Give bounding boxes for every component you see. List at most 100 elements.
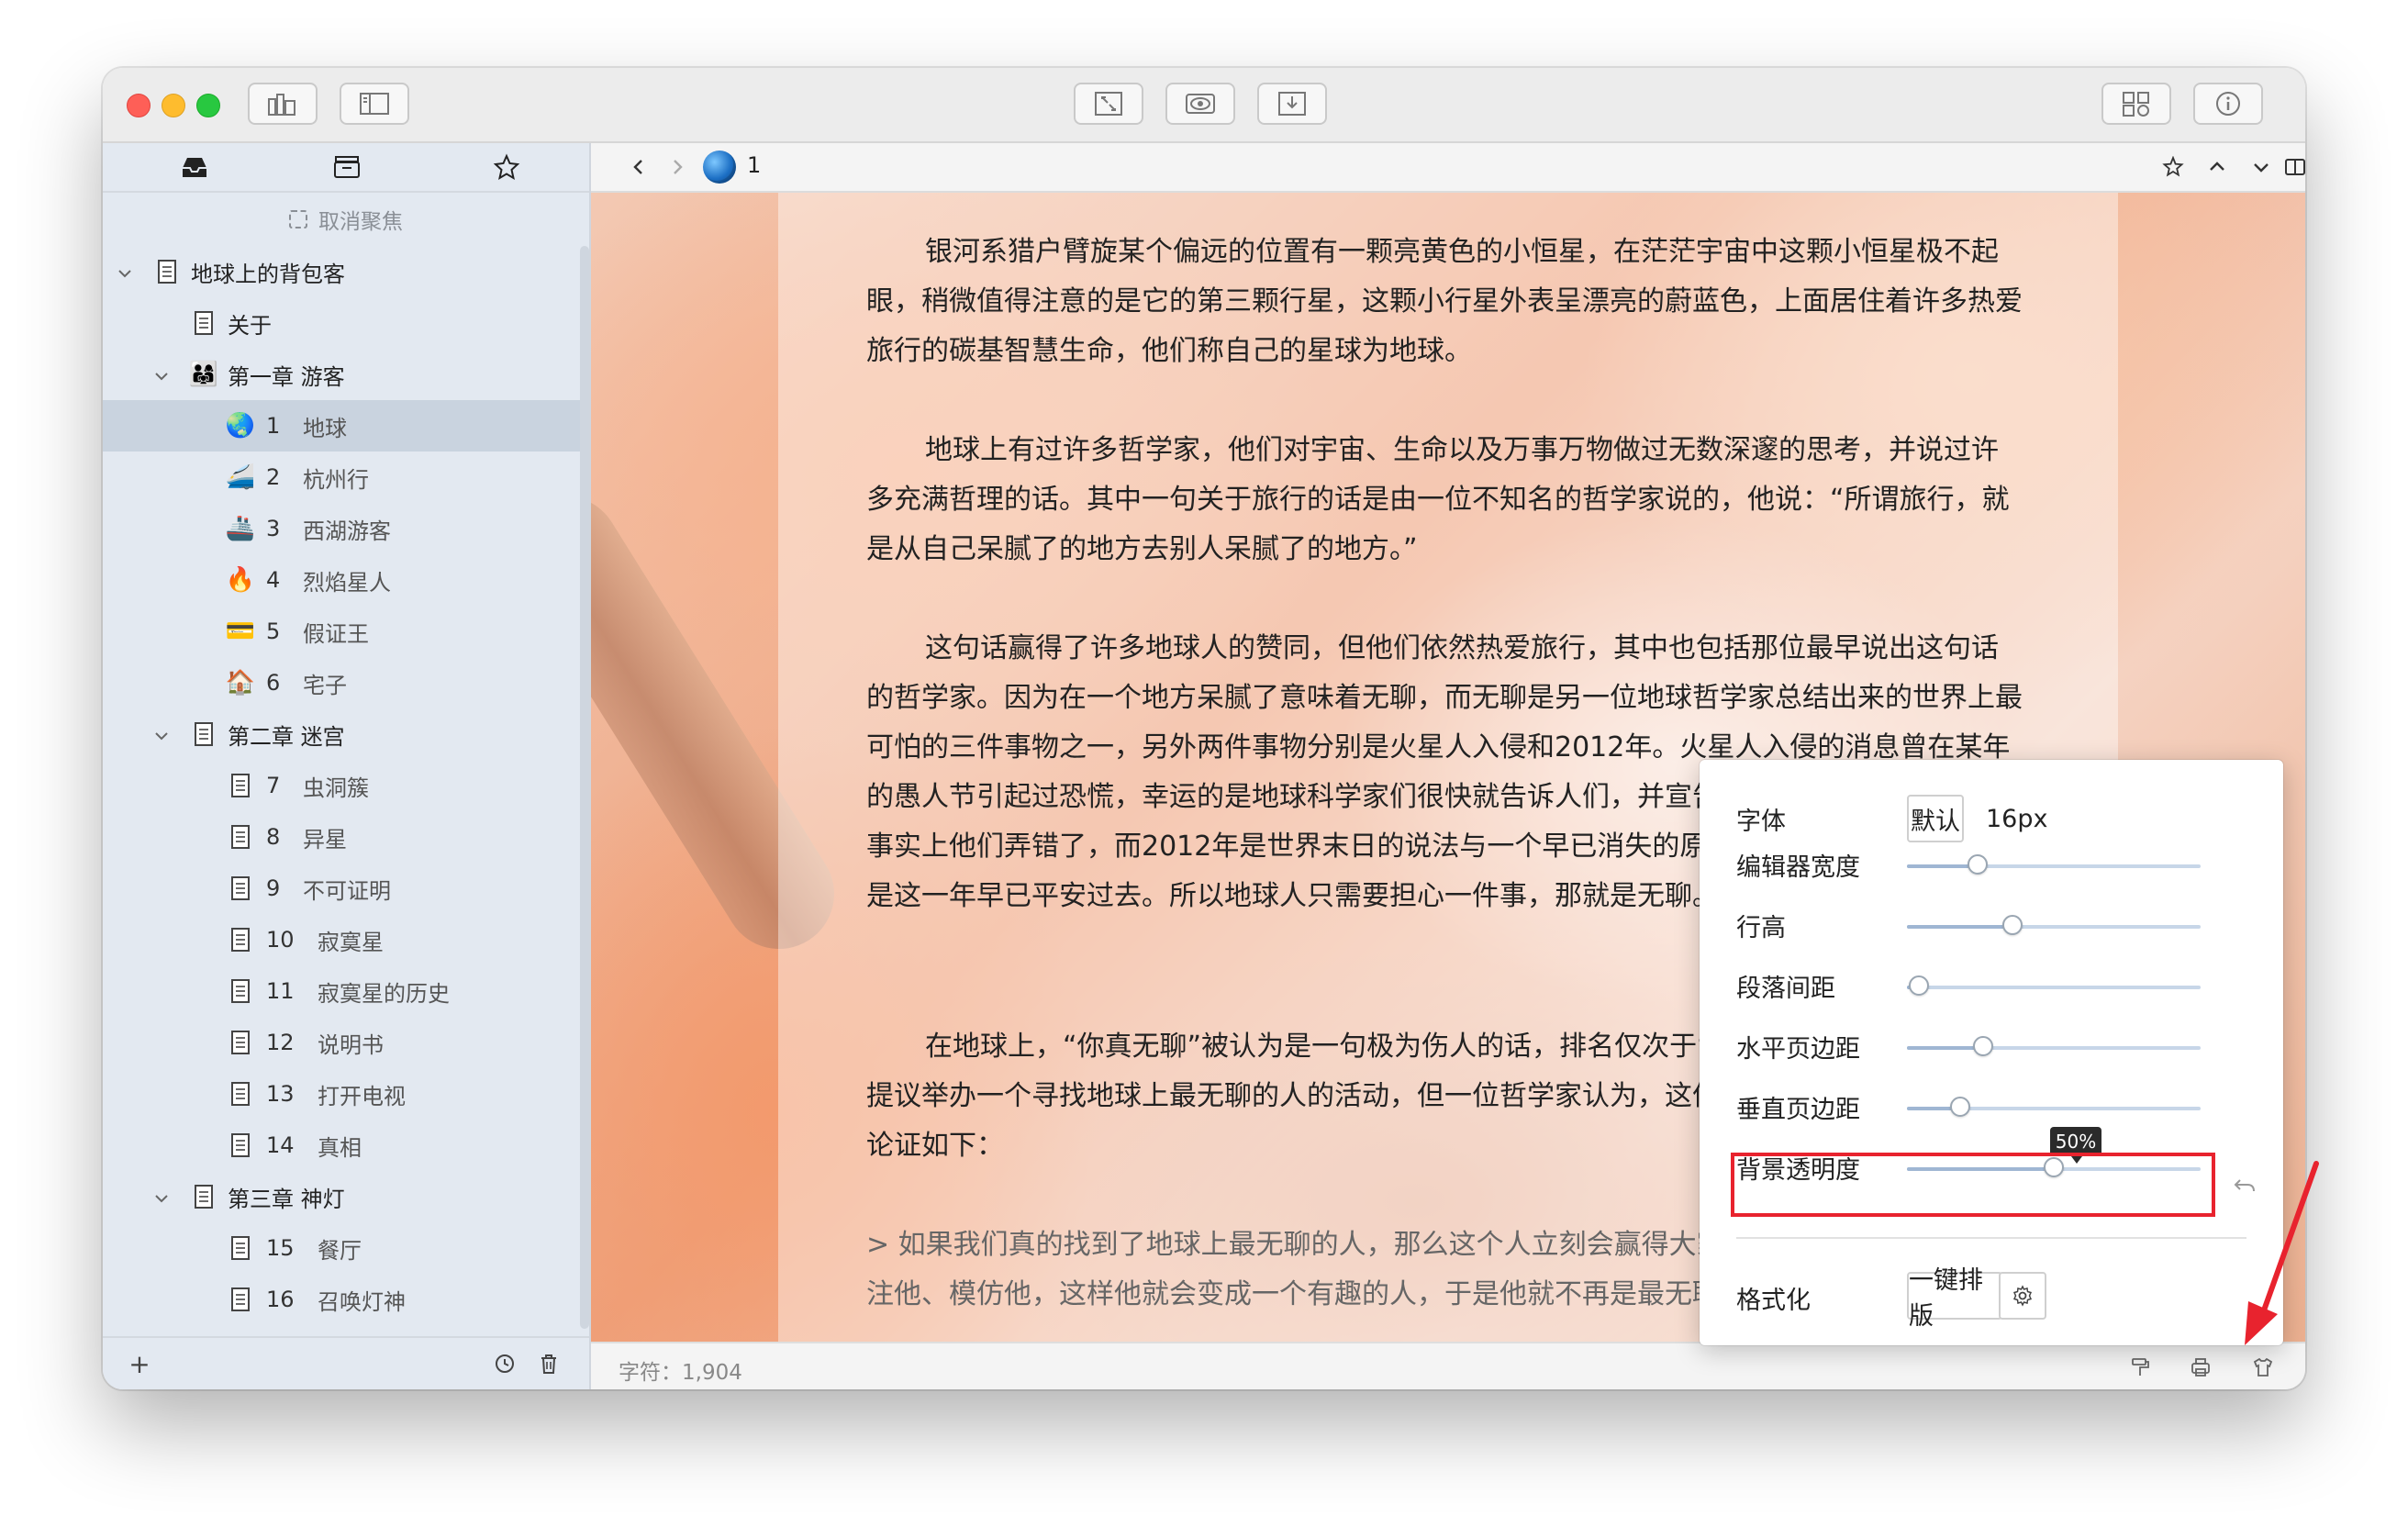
info-button[interactable] [2193, 83, 2263, 125]
sidebar-footer: + [103, 1336, 589, 1389]
library-button[interactable] [248, 83, 318, 125]
tree-item-number: 10 [266, 927, 295, 953]
gear-icon [2012, 1285, 2033, 1307]
info-icon [2216, 92, 2240, 116]
tree-item[interactable]: 第二章 迷宫 [103, 708, 589, 760]
tree-item-label: 宅子 [303, 672, 347, 698]
setting-slider[interactable] [1907, 975, 2201, 996]
tab-archive[interactable] [329, 150, 365, 184]
forward-button[interactable] [666, 152, 688, 182]
tree-item[interactable]: 11 寂寞星的历史 [103, 965, 589, 1017]
tree-item[interactable]: 10 寂寞星 [103, 914, 589, 965]
sidebar: 取消聚焦 地球上的背包客 关于 👨‍👩‍👧 第一章 游客 🌏 1 地球 🚄 2 杭州行 🚢 3 西湖游客… [103, 143, 591, 1389]
paint-roller-icon [2132, 1358, 2149, 1376]
paragraph[interactable]: 地球上有过许多哲学家，他们对宇宙、生命以及万事万物做过无数深邃的思考，并说过许多… [866, 426, 2023, 574]
expand-button[interactable] [1074, 83, 1143, 125]
sidebar-scrollbar[interactable] [580, 246, 589, 1329]
toggle-sidebar-button[interactable] [340, 83, 409, 125]
tree-item[interactable]: 8 异星 [103, 811, 589, 863]
tree-item-label: 杭州行 [303, 466, 369, 493]
expand-toggle[interactable] [152, 725, 171, 743]
word-count: 字符：1,904 [619, 1361, 742, 1385]
tree-item-number: 4 [266, 567, 281, 593]
document-icon [226, 1131, 255, 1160]
slider-knob[interactable] [1967, 854, 1988, 875]
tree-item-label: 虫洞簇 [303, 775, 369, 801]
tree-item[interactable]: 9 不可证明 [103, 863, 589, 914]
tree-item[interactable]: 关于 [103, 297, 589, 349]
expand-toggle[interactable] [116, 262, 134, 281]
tree-item[interactable]: 👨‍👩‍👧 第一章 游客 [103, 349, 589, 400]
document-icon [226, 1028, 255, 1057]
tree-item[interactable]: 14 真相 [103, 1120, 589, 1171]
layout-button[interactable] [2101, 83, 2171, 125]
document-icon [195, 1185, 213, 1209]
trash-button[interactable] [534, 1349, 563, 1378]
tree-item[interactable]: 12 说明书 [103, 1017, 589, 1068]
previous-doc-button[interactable] [2204, 152, 2230, 182]
tab-favorites[interactable] [488, 150, 525, 184]
add-document-button[interactable]: + [125, 1349, 154, 1379]
document-icon [231, 1031, 250, 1054]
split-view-button[interactable] [2281, 152, 2305, 182]
zoom-window-button[interactable] [196, 94, 220, 117]
expand-toggle[interactable] [152, 365, 171, 384]
document-icon [231, 1236, 250, 1260]
document-icon [226, 1079, 255, 1109]
appearance-settings-popover: 字体 默认 16px 编辑器宽度 行高 段落间距 水平页边距 垂直页边距 背景透明度 50… [1700, 760, 2283, 1345]
tree-item[interactable]: 🏠 6 宅子 [103, 657, 589, 708]
document-icon [226, 771, 255, 800]
tree-item[interactable]: 17灯神的什么 [103, 1325, 589, 1329]
preview-button[interactable] [1165, 83, 1235, 125]
font-default-button[interactable]: 默认 [1907, 795, 1964, 842]
emoji-icon: 🚢 [225, 515, 256, 542]
print-button[interactable] [2188, 1354, 2213, 1380]
tree-item[interactable]: 🚢 3 西湖游客 [103, 503, 589, 554]
chevron-right-icon [674, 160, 683, 174]
slider-knob[interactable] [1973, 1036, 1994, 1056]
tree-item[interactable]: 地球上的背包客 [103, 246, 589, 297]
tree-item-number: 1 [266, 413, 281, 439]
one-click-format-button[interactable]: 一键排版 [1907, 1266, 2002, 1331]
emoji-icon: 💳 [225, 618, 256, 645]
tree-item-label: 寂寞星 [318, 929, 384, 955]
favorite-button[interactable] [2160, 152, 2186, 182]
history-button[interactable] [490, 1349, 519, 1378]
next-doc-button[interactable] [2248, 152, 2274, 182]
format-painter-button[interactable] [2127, 1354, 2153, 1380]
star-icon [493, 153, 520, 181]
font-label: 字体 [1736, 807, 1786, 836]
tree-item[interactable]: 🔥 4 烈焰星人 [103, 554, 589, 606]
setting-slider[interactable] [1907, 854, 2201, 875]
unfocus-button[interactable]: 取消聚焦 [103, 198, 589, 240]
breadcrumb[interactable]: 1 [747, 152, 761, 178]
setting-slider[interactable] [1907, 1036, 2201, 1056]
globe-icon [703, 150, 736, 184]
expand-toggle[interactable] [152, 1187, 171, 1206]
export-button[interactable] [1257, 83, 1327, 125]
tree-item[interactable]: 第三章 神灯 [103, 1171, 589, 1222]
close-window-button[interactable] [127, 94, 150, 117]
tree-item[interactable]: 15 餐厅 [103, 1222, 589, 1274]
minimize-window-button[interactable] [162, 94, 185, 117]
tree-item[interactable]: 16 召唤灯神 [103, 1274, 589, 1325]
back-button[interactable] [628, 152, 650, 182]
tree-item[interactable]: 🚄 2 杭州行 [103, 451, 589, 503]
slider-knob[interactable] [1908, 975, 1929, 996]
paragraph[interactable]: 银河系猎户臂旋某个偏远的位置有一颗亮黄色的小恒星，在茫茫宇宙中这颗小恒星极不起眼… [866, 228, 2023, 376]
library-icon [268, 94, 295, 116]
slider-knob[interactable] [1949, 1097, 1970, 1117]
document-icon [189, 308, 218, 338]
chevron-left-icon [633, 160, 642, 174]
tree-item[interactable]: 7 虫洞簇 [103, 760, 589, 811]
tree-item[interactable]: 13 打开电视 [103, 1068, 589, 1120]
tree-item[interactable]: 🌏 1 地球 [103, 400, 589, 451]
format-settings-button[interactable] [1999, 1272, 2046, 1320]
slider-knob[interactable] [2002, 915, 2023, 935]
font-size-value[interactable]: 16px [1986, 800, 2047, 837]
setting-slider[interactable] [1907, 1097, 2201, 1117]
tab-inbox[interactable] [176, 150, 213, 184]
setting-slider[interactable] [1907, 915, 2201, 935]
chevron-down-icon [118, 270, 131, 278]
tree-item[interactable]: 💳 5 假证王 [103, 606, 589, 657]
